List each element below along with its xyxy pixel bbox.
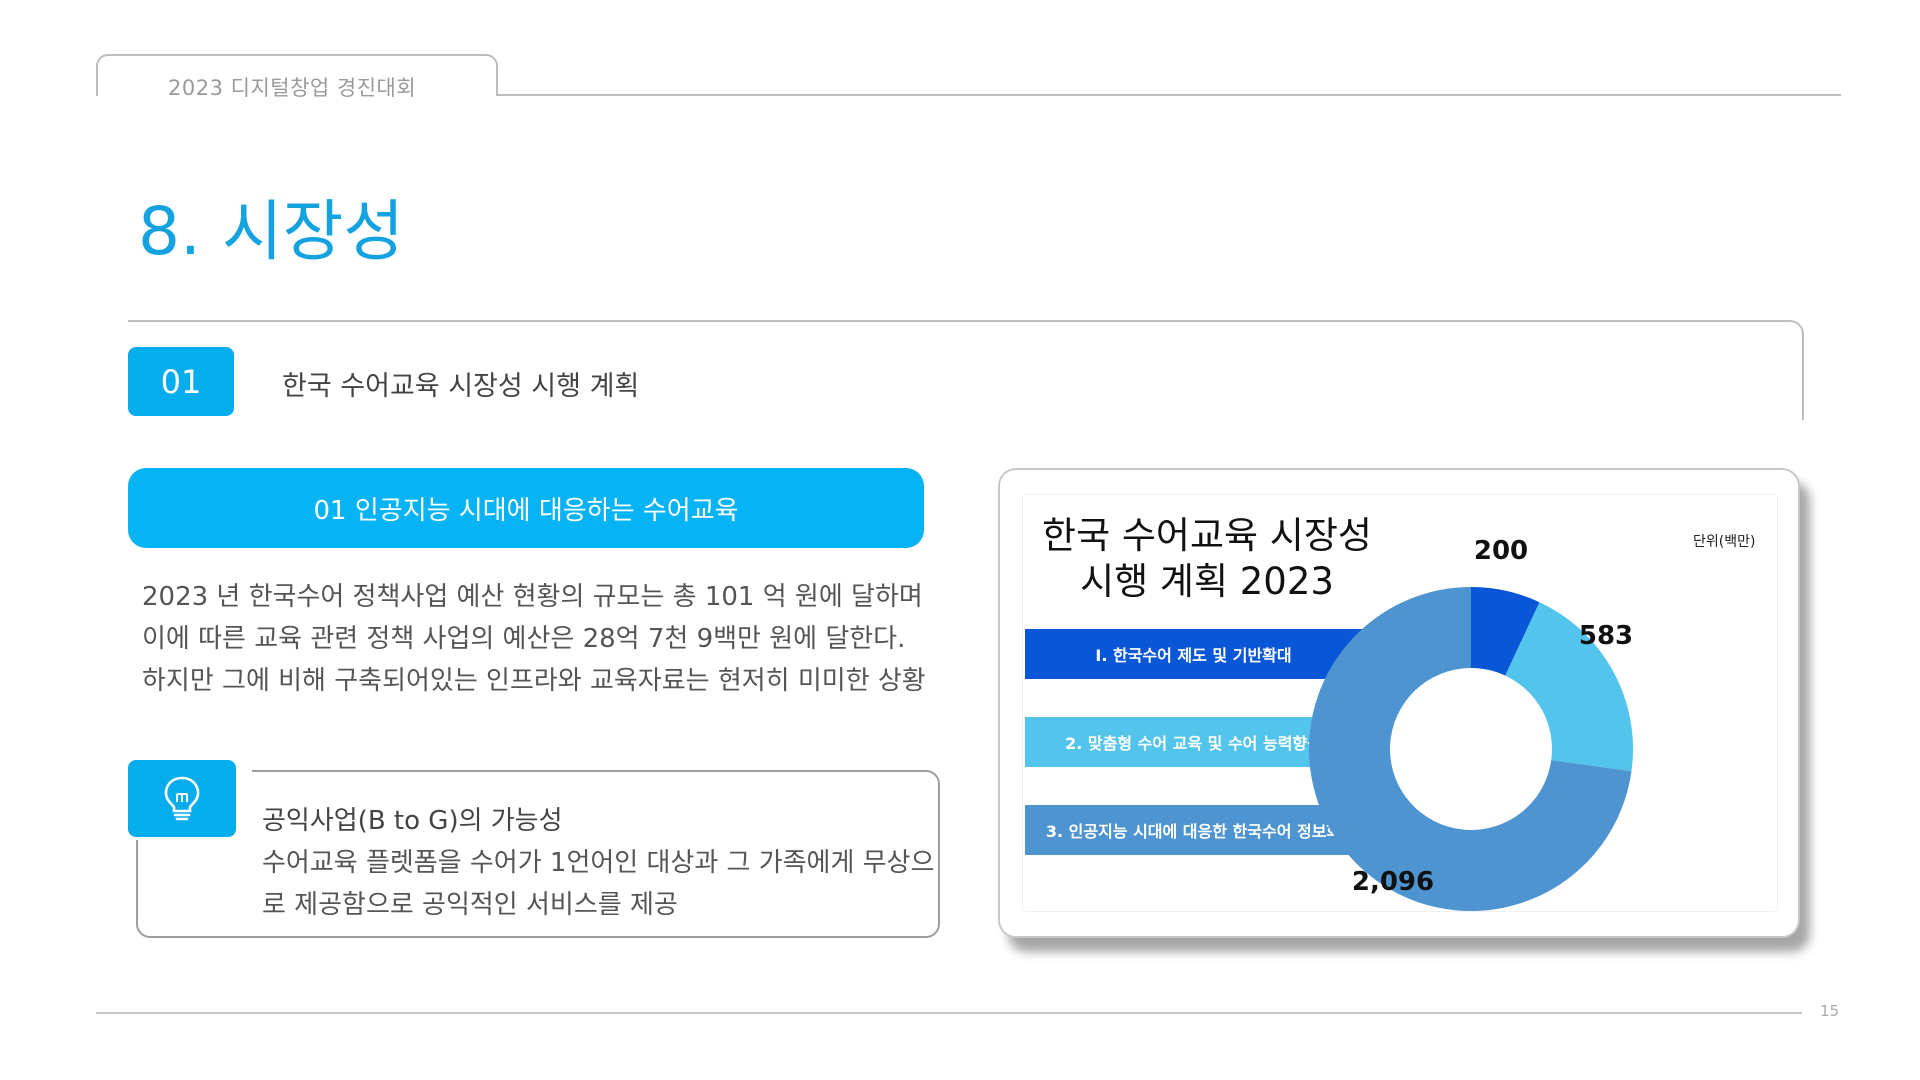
idea-icon-badge: [128, 760, 236, 837]
page-number: 15: [1820, 1002, 1840, 1020]
idea-title: 공익사업(B to G)의 가능성: [262, 806, 563, 836]
footer-rule: [96, 1012, 1802, 1014]
chart-card: 한국 수어교육 시장성 시행 계획 2023 단위(백만) I. 한국수어 제도…: [998, 468, 1800, 938]
chart-panel: 한국 수어교육 시장성 시행 계획 2023 단위(백만) I. 한국수어 제도…: [1022, 494, 1778, 912]
lightbulb-icon: [164, 776, 200, 820]
topic-pill: 01 인공지능 시대에 대응하는 수어교육: [128, 468, 924, 548]
header-rule: [496, 94, 1841, 96]
event-title: 2023 디지털창업 경진대회: [168, 76, 417, 100]
donut-value-label-1: 200: [1474, 536, 1528, 566]
donut-chart: 200 583 2,096: [1309, 536, 1633, 911]
section-label: 한국 수어교육 시장성 시행 계획: [282, 371, 640, 402]
topic-body: 2023 년 한국수어 정책사업 예산 현황의 규모는 총 101 억 원에 달…: [142, 582, 926, 696]
section-number-badge: 01: [128, 347, 234, 416]
idea-description: 수어교육 플렛폼을 수어가 1언어인 대상과 그 가족에게 무상으로 제공함으로…: [262, 848, 935, 920]
page-title: 8. 시장성: [138, 193, 405, 270]
donut-value-label-3: 2,096: [1352, 867, 1434, 897]
donut-value-label-2: 583: [1579, 621, 1633, 651]
